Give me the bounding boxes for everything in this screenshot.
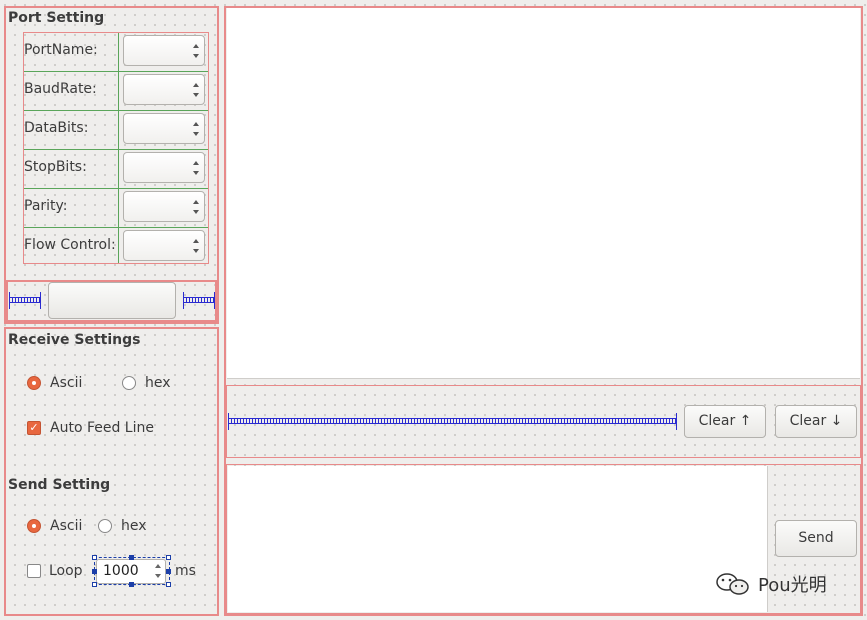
spin-arrows-icon bbox=[193, 83, 199, 97]
loop-checkbox[interactable] bbox=[27, 564, 41, 578]
send-setting-title: Send Setting bbox=[8, 477, 111, 493]
spin-arrows-icon bbox=[193, 200, 199, 214]
spin-arrows-icon bbox=[193, 161, 199, 175]
right-spacer bbox=[183, 292, 215, 309]
receive-ascii-label: Ascii bbox=[50, 375, 83, 391]
toolbar-spacer bbox=[228, 413, 677, 430]
stopbits-combo[interactable] bbox=[123, 152, 205, 183]
spin-arrows-icon bbox=[193, 44, 199, 58]
receive-hex-label: hex bbox=[145, 375, 171, 391]
interval-unit-label: ms bbox=[175, 563, 196, 579]
portname-label: PortName: bbox=[24, 42, 98, 58]
auto-feed-line-checkbox[interactable]: ✓ bbox=[27, 421, 41, 435]
clear-down-button[interactable]: Clear ↓ bbox=[775, 405, 857, 438]
send-hex-label: hex bbox=[121, 518, 147, 534]
parity-combo[interactable] bbox=[123, 191, 205, 222]
selection-handle bbox=[129, 555, 134, 560]
loop-label: Loop bbox=[49, 563, 83, 579]
baudrate-combo[interactable] bbox=[123, 74, 205, 105]
open-port-button[interactable] bbox=[48, 282, 176, 319]
databits-combo[interactable] bbox=[123, 113, 205, 144]
send-hex-radio[interactable] bbox=[98, 519, 112, 533]
auto-feed-line-label: Auto Feed Line bbox=[50, 420, 154, 436]
watermark-text: Pou光明 bbox=[758, 575, 827, 596]
receive-hex-radio[interactable] bbox=[122, 376, 136, 390]
receive-ascii-radio[interactable] bbox=[27, 376, 41, 390]
baudrate-label: BaudRate: bbox=[24, 81, 97, 97]
spin-arrows-icon bbox=[193, 122, 199, 136]
selection-handle bbox=[92, 582, 97, 587]
selection-handle bbox=[92, 555, 97, 560]
selection-handle bbox=[166, 569, 171, 574]
send-text-area[interactable] bbox=[228, 466, 768, 612]
selection-box bbox=[94, 557, 170, 585]
flow-control-combo[interactable] bbox=[123, 230, 205, 261]
portname-combo[interactable] bbox=[123, 35, 205, 66]
send-ascii-label: Ascii bbox=[50, 518, 83, 534]
selection-handle bbox=[92, 569, 97, 574]
receive-settings-title: Receive Settings bbox=[8, 332, 141, 348]
left-spacer bbox=[9, 292, 41, 309]
spin-arrows-icon bbox=[193, 239, 199, 253]
selection-handle bbox=[166, 555, 171, 560]
flow-control-label: Flow Control: bbox=[24, 237, 116, 253]
stopbits-label: StopBits: bbox=[24, 159, 87, 175]
clear-up-button[interactable]: Clear ↑ bbox=[684, 405, 766, 438]
receive-text-area[interactable] bbox=[227, 8, 860, 379]
send-ascii-radio[interactable] bbox=[27, 519, 41, 533]
port-setting-title: Port Setting bbox=[8, 10, 105, 26]
databits-label: DataBits: bbox=[24, 120, 89, 136]
selection-handle bbox=[166, 582, 171, 587]
selection-handle bbox=[129, 582, 134, 587]
send-button[interactable]: Send bbox=[775, 520, 857, 557]
wechat-icon bbox=[716, 573, 749, 595]
parity-label: Parity: bbox=[24, 198, 68, 214]
